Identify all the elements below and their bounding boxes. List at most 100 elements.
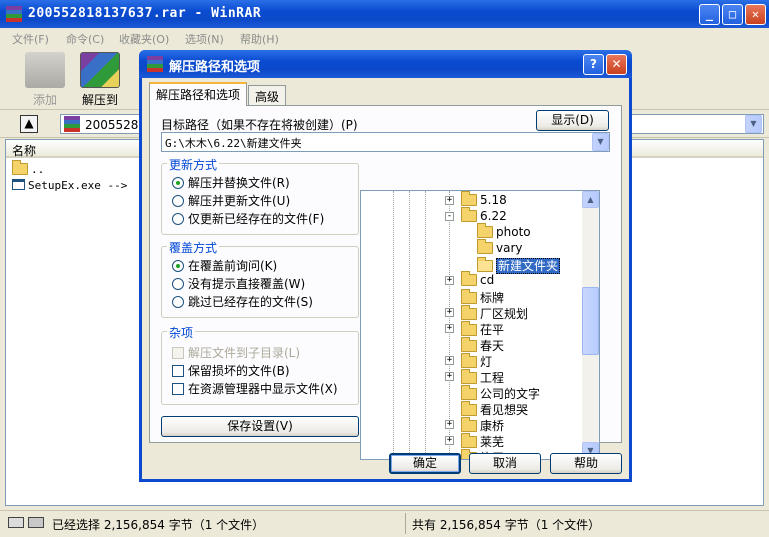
tab-panel: 目标路径（如果不存在将被创建）(P) 显示(D) G:\木木\6.22\新建文件… [149,105,622,460]
cancel-button[interactable]: 取消 [469,453,541,474]
tree-node[interactable]: 工程 [461,369,504,386]
tree-node[interactable]: 莱芜 [461,433,504,450]
tree-node-label: vary [496,241,523,255]
minimize-button[interactable]: _ [699,4,720,25]
key-icon [28,517,44,528]
up-folder-icon[interactable]: ▲ [20,115,38,133]
tree-expander[interactable]: + [445,324,454,333]
column-header-name[interactable]: 名称 [6,140,129,158]
tree-scrollbar[interactable]: ▲ ▼ [582,191,599,459]
folder-icon [461,369,477,384]
menu-file[interactable]: 文件(F) [12,31,49,47]
tree-expander[interactable]: + [445,372,454,381]
add-button[interactable]: 添加 [20,52,70,108]
show-button[interactable]: 显示(D) [536,110,609,131]
tree-node[interactable]: 康桥 [461,417,504,434]
radio-ask-before-overwrite[interactable]: 在覆盖前询问(K) [172,257,277,274]
radio-fresh-existing[interactable]: 仅更新已经存在的文件(F) [172,210,324,227]
folder-icon [461,289,477,304]
maximize-button[interactable]: □ [722,4,743,25]
checkbox-icon [172,365,184,377]
radio-overwrite-without-prompt[interactable]: 没有提示直接覆盖(W) [172,275,305,292]
radio-on-icon [172,177,184,189]
dialog-help-button[interactable]: ? [583,54,604,75]
tree-expander[interactable]: + [445,436,454,445]
tree-node[interactable]: vary [477,239,523,255]
tree-node[interactable]: 标牌 [461,289,504,306]
file-row[interactable]: .. [12,160,44,176]
tree-node[interactable]: 6.22 [461,207,507,223]
winrar-icon [6,6,22,22]
tree-node[interactable]: photo [477,223,531,239]
check-keep-broken-files[interactable]: 保留损坏的文件(B) [172,362,290,379]
folder-icon [12,160,28,175]
menu-favorites[interactable]: 收藏夹(O) [119,31,169,47]
tree-line [409,191,410,459]
extract-to-icon [80,52,120,88]
save-settings-button[interactable]: 保存设置(V) [161,416,359,437]
tree-expander[interactable]: + [445,196,454,205]
menu-bar: 文件(F) 命令(C) 收藏夹(O) 选项(N) 帮助(H) [0,28,769,48]
close-button[interactable]: ✕ [745,4,766,25]
tree-node[interactable]: 新建文件夹 [477,257,561,274]
radio-skip-existing[interactable]: 跳过已经存在的文件(S) [172,293,313,310]
add-archive-icon [25,52,65,88]
add-label: 添加 [32,93,57,107]
tree-node[interactable]: 5.18 [461,191,507,207]
scroll-up-button[interactable]: ▲ [582,191,599,208]
radio-on-icon [172,260,184,272]
help-button[interactable]: 帮助 [550,453,622,474]
tree-expander[interactable]: + [445,356,454,365]
tree-node-label: 康桥 [480,419,505,433]
menu-help[interactable]: 帮助(H) [240,31,279,47]
window-titlebar: 200552818137637.rar - WinRAR _ □ ✕ [0,0,769,28]
scroll-thumb[interactable] [582,287,599,355]
menu-command[interactable]: 命令(C) [66,31,104,47]
tree-line [393,191,394,459]
check-extract-to-subfolder[interactable]: 解压文件到子目录(L) [172,344,300,361]
tree-node-label: 茌平 [480,323,505,337]
window-title: 200552818137637.rar - WinRAR [28,6,262,21]
tree-expander[interactable]: - [445,212,454,221]
dialog-close-button[interactable]: ✕ [606,54,627,75]
tree-node[interactable]: 茌平 [461,321,504,338]
radio-off-icon [172,296,184,308]
dest-path-combo[interactable]: G:\木木\6.22\新建文件夹 ▼ [161,132,610,152]
folder-icon [477,239,493,254]
misc-group: 杂项 解压文件到子目录(L) 保留损坏的文件(B) 在资源管理器中显示文件(X) [161,324,359,405]
tree-node[interactable]: 春天 [461,337,504,354]
radio-extract-replace[interactable]: 解压并替换文件(R) [172,174,290,191]
folder-icon [461,417,477,432]
dialog-body: 解压路径和选项 高级 目标路径（如果不存在将被创建）(P) 显示(D) G:\木… [142,78,629,479]
tree-expander[interactable]: + [445,420,454,429]
folder-tree[interactable]: +5.18 - 6.22 photo vary 新建文件夹 + cd 标牌 + 厂区规划 + 茌平春天 +… [360,190,600,460]
ok-button[interactable]: 确定 [389,453,461,474]
tab-advanced[interactable]: 高级 [248,85,287,105]
file-row[interactable]: SetupEx.exe --> [12,179,127,192]
tab-extract-options[interactable]: 解压路径和选项 [149,82,248,106]
tree-node-label: 看见想哭 [480,403,529,417]
folder-icon [461,271,477,286]
radio-extract-update[interactable]: 解压并更新文件(U) [172,192,290,209]
tree-node-label: 公司的文字 [480,387,541,401]
tree-node[interactable]: 看见想哭 [461,401,528,418]
tree-expander[interactable]: + [445,308,454,317]
extract-to-label: 解压到 [81,93,118,107]
tree-node[interactable]: 灯 [461,353,492,370]
dialog-title: 解压路径和选项 [169,60,261,75]
dest-path-dropdown[interactable]: ▼ [592,133,609,151]
tree-node[interactable]: 厂区规划 [461,305,528,322]
extract-to-button[interactable]: 解压到 [75,52,125,108]
folder-icon [461,433,477,448]
tree-node[interactable]: cd [461,271,494,287]
dialog-titlebar: 解压路径和选项 ? ✕ [139,50,632,78]
menu-options[interactable]: 选项(N) [185,31,224,47]
folder-icon [461,385,477,400]
folder-icon [461,321,477,336]
tree-node[interactable]: 公司的文字 [461,385,540,402]
tree-node-label: 春天 [480,339,505,353]
check-show-in-explorer[interactable]: 在资源管理器中显示文件(X) [172,380,338,397]
tree-expander[interactable]: + [445,276,454,285]
address-dropdown-button[interactable]: ▼ [745,115,762,133]
update-mode-group: 更新方式 解压并替换文件(R) 解压并更新文件(U) 仅更新已经存在的文件(F) [161,156,359,235]
